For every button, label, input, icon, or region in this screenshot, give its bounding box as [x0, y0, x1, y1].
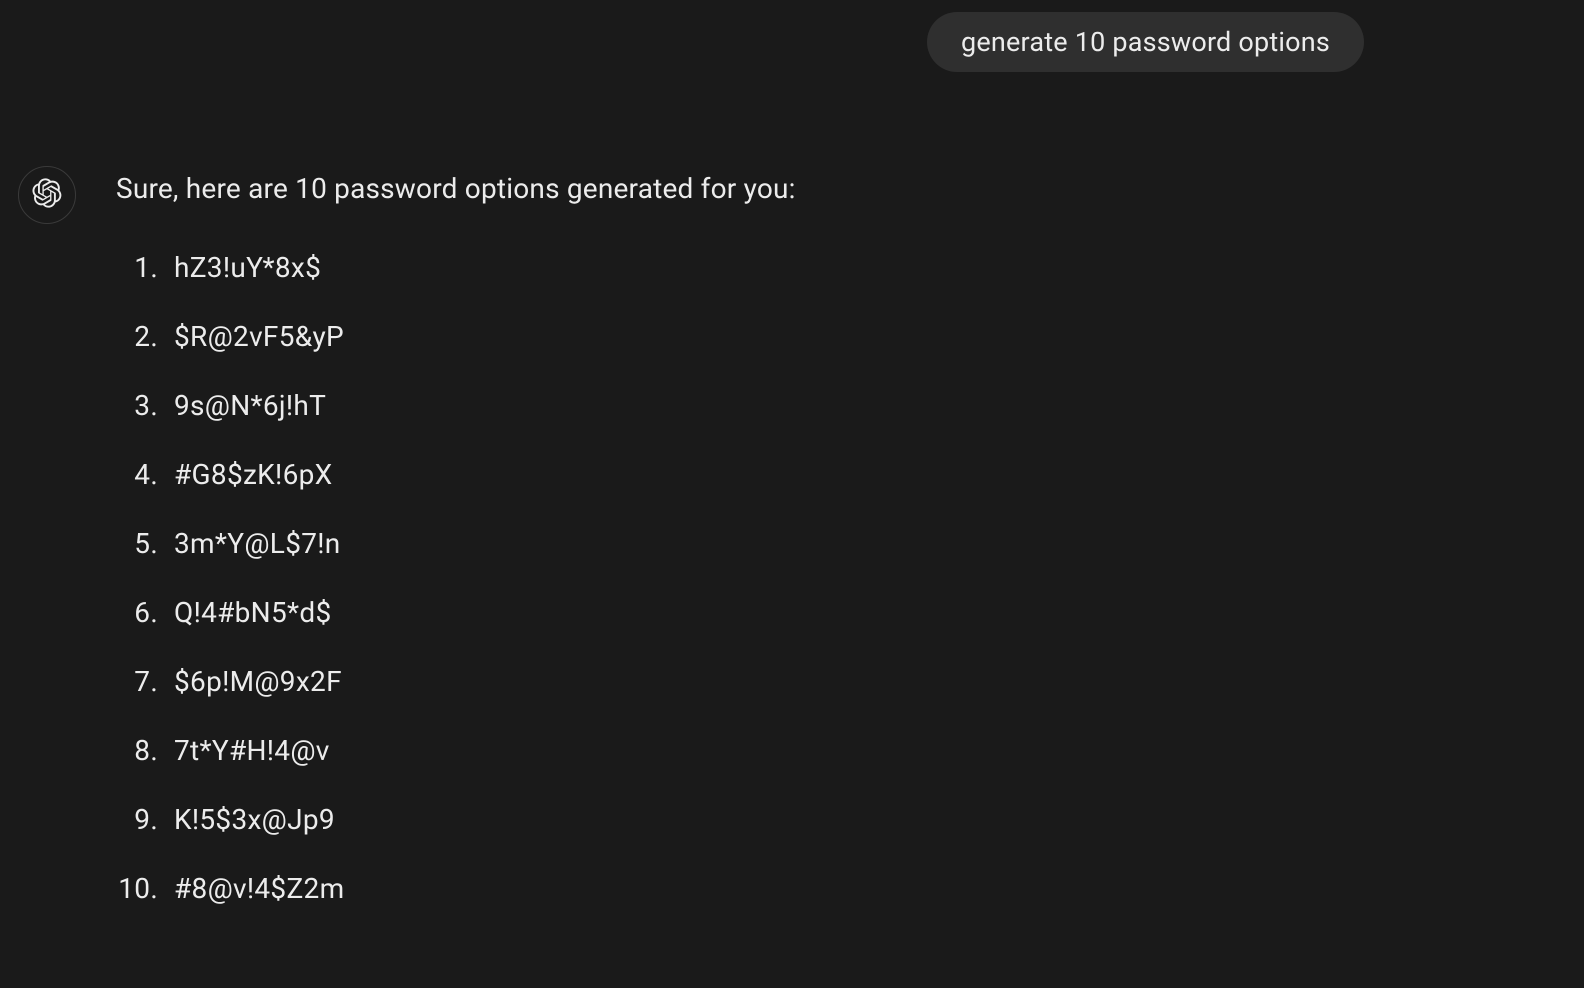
assistant-logo-icon: [32, 178, 62, 212]
password-value: K!5$3x@Jp9: [174, 803, 335, 836]
password-value: hZ3!uY*8x$: [174, 251, 321, 284]
list-item: 3m*Y@L$7!n: [116, 527, 796, 560]
assistant-avatar: [18, 166, 76, 224]
password-value: 7t*Y#H!4@v: [174, 734, 330, 767]
list-item: K!5$3x@Jp9: [116, 803, 796, 836]
list-item: hZ3!uY*8x$: [116, 251, 796, 284]
list-item: #8@v!4$Z2m: [116, 872, 796, 905]
assistant-message-row: Sure, here are 10 password options gener…: [0, 148, 1584, 905]
password-value: $6p!M@9x2F: [174, 665, 342, 698]
list-item: Q!4#bN5*d$: [116, 596, 796, 629]
list-item: 7t*Y#H!4@v: [116, 734, 796, 767]
user-message-row: generate 10 password options: [0, 12, 1584, 72]
list-item: $6p!M@9x2F: [116, 665, 796, 698]
password-value: #8@v!4$Z2m: [174, 872, 344, 905]
user-message-bubble[interactable]: generate 10 password options: [927, 12, 1364, 72]
password-value: 9s@N*6j!hT: [174, 389, 326, 422]
password-value: #G8$zK!6pX: [174, 458, 332, 491]
chat-container: generate 10 password options Sure, here …: [0, 0, 1584, 988]
password-value: Q!4#bN5*d$: [174, 596, 331, 629]
password-value: $R@2vF5&yP: [174, 320, 344, 353]
list-item: #G8$zK!6pX: [116, 458, 796, 491]
list-item: 9s@N*6j!hT: [116, 389, 796, 422]
password-value: 3m*Y@L$7!n: [174, 527, 341, 560]
assistant-content: Sure, here are 10 password options gener…: [116, 148, 796, 905]
list-item: $R@2vF5&yP: [116, 320, 796, 353]
assistant-intro-text: Sure, here are 10 password options gener…: [116, 172, 796, 205]
password-list: hZ3!uY*8x$ $R@2vF5&yP 9s@N*6j!hT #G8$zK!…: [116, 251, 796, 905]
